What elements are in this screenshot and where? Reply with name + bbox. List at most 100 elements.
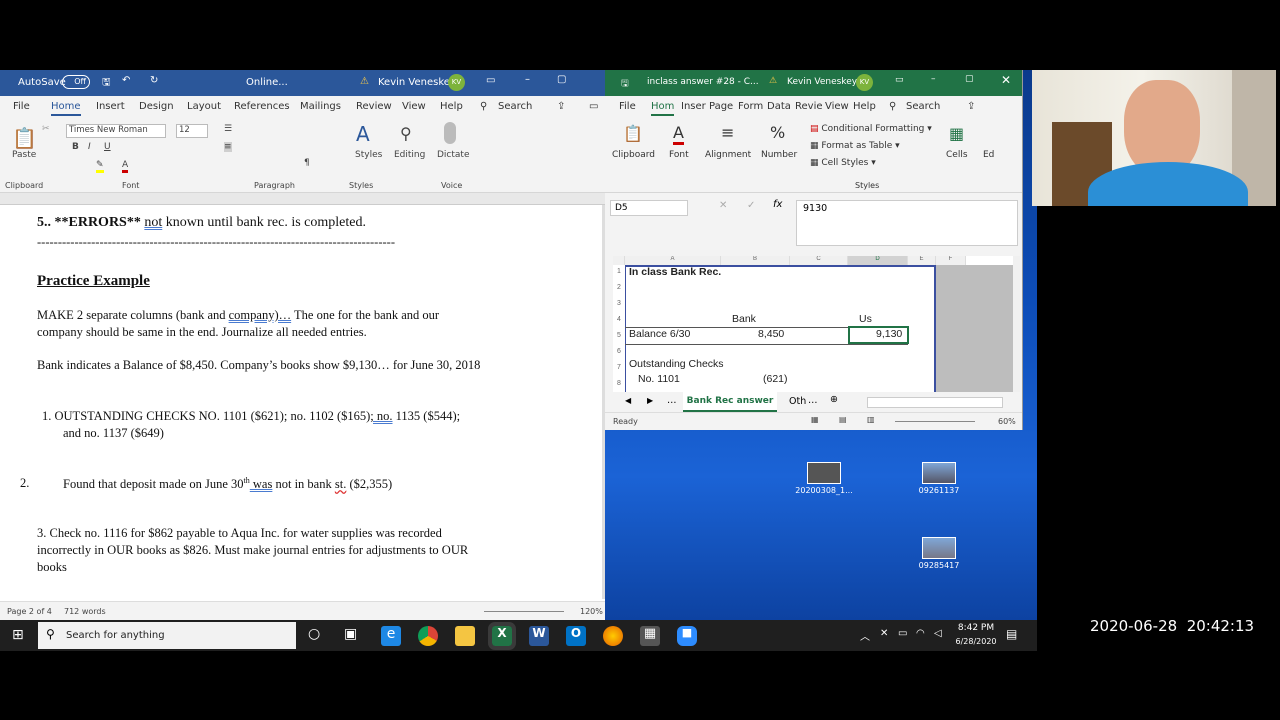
cell-b8[interactable]: (621) — [763, 373, 788, 385]
normal-view-icon[interactable]: ▦ — [811, 415, 819, 424]
excel-taskbar-icon[interactable]: X — [488, 622, 516, 650]
add-sheet-icon[interactable]: ⊕ — [830, 394, 838, 405]
cell-a1[interactable]: In class Bank Rec. — [629, 266, 721, 278]
bold-button[interactable]: B — [72, 142, 79, 152]
user-name[interactable]: Kevin Veneskey — [378, 77, 456, 88]
function-icon[interactable]: fx — [773, 199, 782, 210]
font-icon[interactable]: A — [673, 123, 684, 145]
more-tabs-icon[interactable]: … — [808, 395, 818, 406]
styles-icon[interactable]: A — [356, 122, 370, 146]
column-header[interactable]: C — [790, 256, 848, 265]
save-icon[interactable]: 🖫 — [621, 76, 629, 92]
menu-view[interactable]: View — [402, 101, 426, 112]
editing-button[interactable]: Editing — [394, 150, 425, 160]
document-page[interactable]: 5.. **ERRORS** not known until bank rec.… — [0, 205, 602, 599]
cut-icon[interactable]: ✂ — [42, 124, 50, 134]
outlook-icon[interactable]: O — [566, 626, 586, 646]
more-sheets-icon[interactable]: … — [667, 395, 677, 406]
menu-mailings[interactable]: Mailings — [300, 101, 341, 112]
menu-view[interactable]: View — [825, 101, 849, 112]
ribbon-display-icon[interactable]: ▭ — [895, 75, 904, 85]
comments-icon[interactable]: ▭ — [589, 101, 598, 112]
cell-a5[interactable]: Balance 6/30 — [629, 328, 690, 340]
excel-search[interactable]: Search — [906, 101, 940, 112]
select-all-corner[interactable] — [613, 256, 625, 265]
maximize-icon[interactable]: ▢ — [557, 74, 566, 85]
menu-review[interactable]: Review — [356, 101, 392, 112]
windows-start-icon[interactable]: ⊞ — [12, 627, 24, 643]
desktop-icon[interactable]: 09261137 — [899, 462, 979, 495]
network-icon[interactable]: ✕ — [880, 628, 888, 639]
menu-design[interactable]: Design — [139, 101, 174, 112]
notifications-icon[interactable]: ▤ — [1006, 627, 1017, 641]
column-header[interactable]: F — [936, 256, 966, 265]
menu-file[interactable]: File — [13, 101, 30, 112]
menu-file[interactable]: File — [619, 101, 636, 112]
share-icon[interactable]: ⇪ — [967, 101, 975, 112]
alignment-icon[interactable]: ≡ — [721, 123, 734, 142]
clock-date[interactable]: 6/28/2020 — [949, 637, 1003, 646]
row-header[interactable]: 5 — [613, 332, 625, 339]
clock-time[interactable]: 8:42 PM — [953, 623, 999, 633]
desktop-icon[interactable]: 20200308_1... — [784, 462, 864, 495]
font-button[interactable]: Font — [669, 150, 689, 160]
italic-button[interactable]: I — [88, 142, 91, 152]
menu-layout[interactable]: Layout — [187, 101, 221, 112]
zoom-level[interactable]: 60% — [998, 417, 1016, 426]
cell-a7[interactable]: Outstanding Checks — [629, 358, 724, 370]
row-header[interactable]: 2 — [613, 284, 625, 291]
volume-icon[interactable]: ◁ — [934, 628, 942, 639]
cell-d4[interactable]: Us — [859, 313, 872, 325]
zoom-app-icon[interactable]: ■ — [677, 626, 697, 646]
alignment-button[interactable]: Alignment — [705, 150, 751, 160]
battery-icon[interactable]: ▭ — [898, 628, 907, 639]
zoom-slider[interactable] — [484, 611, 564, 612]
enter-icon[interactable]: ✓ — [747, 200, 755, 211]
user-avatar[interactable]: KV — [856, 74, 873, 91]
font-size-select[interactable]: 12 — [176, 124, 208, 138]
column-header[interactable]: D — [848, 256, 908, 265]
conditional-formatting-button[interactable]: ▤ Conditional Formatting ▾ — [810, 124, 932, 134]
column-header[interactable]: E — [908, 256, 936, 265]
zoom-slider[interactable] — [895, 421, 975, 422]
menu-home[interactable]: Home — [51, 101, 81, 116]
row-header[interactable]: 6 — [613, 348, 625, 355]
cell-d5[interactable]: 9,130 — [876, 328, 902, 340]
share-icon[interactable]: ⇪ — [557, 101, 565, 112]
undo-icon[interactable]: ↶ — [122, 75, 130, 86]
paste-button[interactable]: Paste — [12, 150, 36, 160]
microphone-icon[interactable] — [444, 122, 456, 144]
user-avatar[interactable]: KV — [448, 74, 465, 91]
menu-references[interactable]: References — [234, 101, 290, 112]
clipboard-icon[interactable]: 📋 — [623, 124, 643, 143]
save-icon[interactable]: 🖫 — [102, 75, 111, 92]
formula-input[interactable]: 9130 — [796, 200, 1018, 246]
bullets-icon[interactable]: ☰ — [224, 124, 232, 134]
row-header[interactable]: 7 — [613, 364, 625, 371]
cell-b4[interactable]: Bank — [732, 313, 756, 325]
underline-button[interactable]: U — [104, 142, 111, 152]
align-left-icon[interactable]: ≡ — [224, 142, 232, 152]
taskbar-search-box[interactable]: ⚲ Search for anything — [38, 622, 296, 649]
cells-button[interactable]: Cells — [946, 150, 968, 160]
next-sheet-icon[interactable]: ▶ — [647, 396, 653, 405]
prev-sheet-icon[interactable]: ◀ — [625, 396, 631, 405]
user-name[interactable]: Kevin Veneskey — [787, 77, 857, 87]
wifi-icon[interactable]: ◠ — [916, 628, 925, 639]
cell-styles-button[interactable]: ▦ Cell Styles ▾ — [810, 158, 876, 168]
spreadsheet-grid[interactable]: A B C D E F 1 2 3 4 5 6 7 8 In class Ban… — [613, 256, 1020, 392]
calculator-icon[interactable]: ▦ — [640, 626, 660, 646]
percent-icon[interactable]: % — [770, 123, 785, 142]
row-header[interactable]: 1 — [613, 268, 625, 275]
show-hidden-icons-icon[interactable]: ︿ — [860, 628, 870, 643]
chrome-icon[interactable] — [418, 626, 438, 646]
menu-review[interactable]: Revie — [795, 101, 823, 112]
clipboard-button[interactable]: Clipboard — [612, 150, 655, 160]
page-break-icon[interactable]: ▥ — [867, 415, 875, 424]
cortana-icon[interactable]: ○ — [308, 626, 320, 642]
desktop-icon[interactable]: 09285417 — [899, 537, 979, 570]
editing-icon[interactable]: ⚲ — [400, 124, 412, 143]
row-header[interactable]: 4 — [613, 316, 625, 323]
pilcrow-icon[interactable]: ¶ — [304, 158, 310, 168]
page-count[interactable]: Page 2 of 4 — [7, 607, 52, 616]
